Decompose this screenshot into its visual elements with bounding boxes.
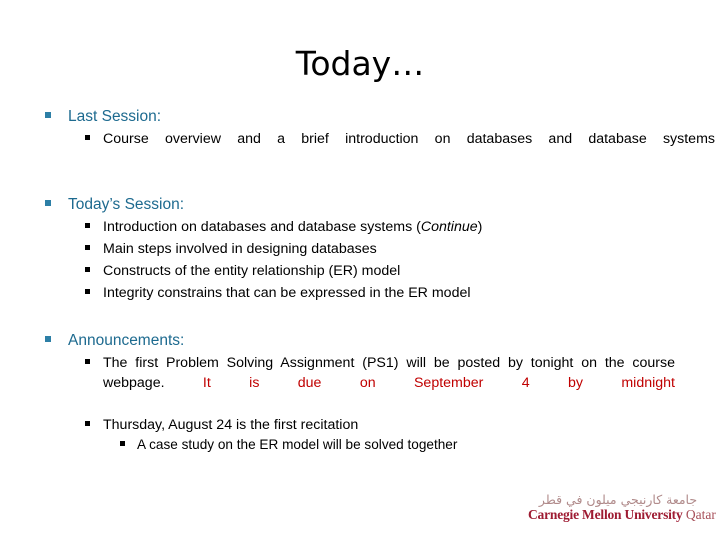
list-item-label: Thursday, August 24 is the first recitat…: [103, 417, 359, 433]
slide-body: Last Session: Course overview and a brie…: [40, 106, 715, 455]
list-item: Introduction on databases and database s…: [40, 217, 680, 237]
list-item: The first Problem Solving Assignment (PS…: [40, 353, 680, 413]
logo-university-name: Carnegie Mellon University: [528, 507, 683, 522]
square-bullet-icon: [85, 267, 90, 272]
square-bullet-icon: [85, 245, 90, 250]
list-item-highlight: It is due on September 4 by midnight: [202, 375, 675, 391]
list-item-label: Constructs of the entity relationship (E…: [103, 263, 401, 279]
square-bullet-icon: [45, 336, 51, 342]
list-item-text-after: ): [477, 219, 483, 235]
list-item-label: Integrity constrains that can be express…: [103, 285, 471, 301]
list-item: Main steps involved in designing databas…: [40, 239, 680, 259]
list-item: Thursday, August 24 is the first recitat…: [40, 415, 680, 435]
slide: Today… Last Session: Course overview and…: [0, 0, 720, 540]
heading-label: Announcements:: [68, 332, 185, 349]
heading-label: Today’s Session:: [68, 196, 185, 213]
square-bullet-icon: [45, 200, 51, 206]
list-item-label: Course overview and a brief introduction…: [103, 131, 715, 147]
square-bullet-icon: [85, 135, 90, 140]
square-bullet-icon: [85, 359, 90, 364]
section-heading-last-session: Last Session:: [40, 106, 680, 127]
list-item: Course overview and a brief introduction…: [40, 129, 715, 169]
heading-label: Last Session:: [68, 108, 162, 125]
section-heading-todays-session: Today’s Session:: [40, 194, 680, 215]
list-item-label: The first Problem Solving Assignment (PS…: [103, 353, 675, 413]
list-item-text-before: Introduction on databases and database s…: [103, 219, 421, 235]
logo-campus-name: Qatar: [682, 507, 716, 522]
section-heading-announcements: Announcements:: [40, 330, 680, 351]
square-bullet-icon: [120, 441, 125, 446]
list-item-label: Introduction on databases and database s…: [103, 217, 680, 237]
list-item-emphasis: Continue: [420, 219, 478, 235]
logo-arabic-text: جامعة كارنيجي ميلون في قطر: [538, 492, 698, 507]
list-item: Integrity constrains that can be express…: [40, 283, 680, 303]
sub-list-item-label: A case study on the ER model will be sol…: [137, 437, 458, 452]
cmu-qatar-logo: جامعة كارنيجي ميلون في قطر Carnegie Mell…: [528, 492, 716, 523]
square-bullet-icon: [85, 421, 90, 426]
section-announcements: Announcements: The first Problem Solving…: [40, 330, 680, 455]
logo-english-text: Carnegie Mellon University Qatar: [528, 507, 716, 523]
list-item-label: Main steps involved in designing databas…: [103, 241, 377, 257]
square-bullet-icon: [85, 289, 90, 294]
list-item: Constructs of the entity relationship (E…: [40, 261, 680, 281]
square-bullet-icon: [85, 223, 90, 228]
sub-list-item: A case study on the ER model will be sol…: [40, 435, 680, 455]
section-todays-session: Today’s Session: Introduction on databas…: [40, 194, 680, 303]
square-bullet-icon: [45, 112, 51, 118]
page-title: Today…: [295, 44, 425, 83]
section-last-session: Last Session: Course overview and a brie…: [40, 106, 715, 169]
